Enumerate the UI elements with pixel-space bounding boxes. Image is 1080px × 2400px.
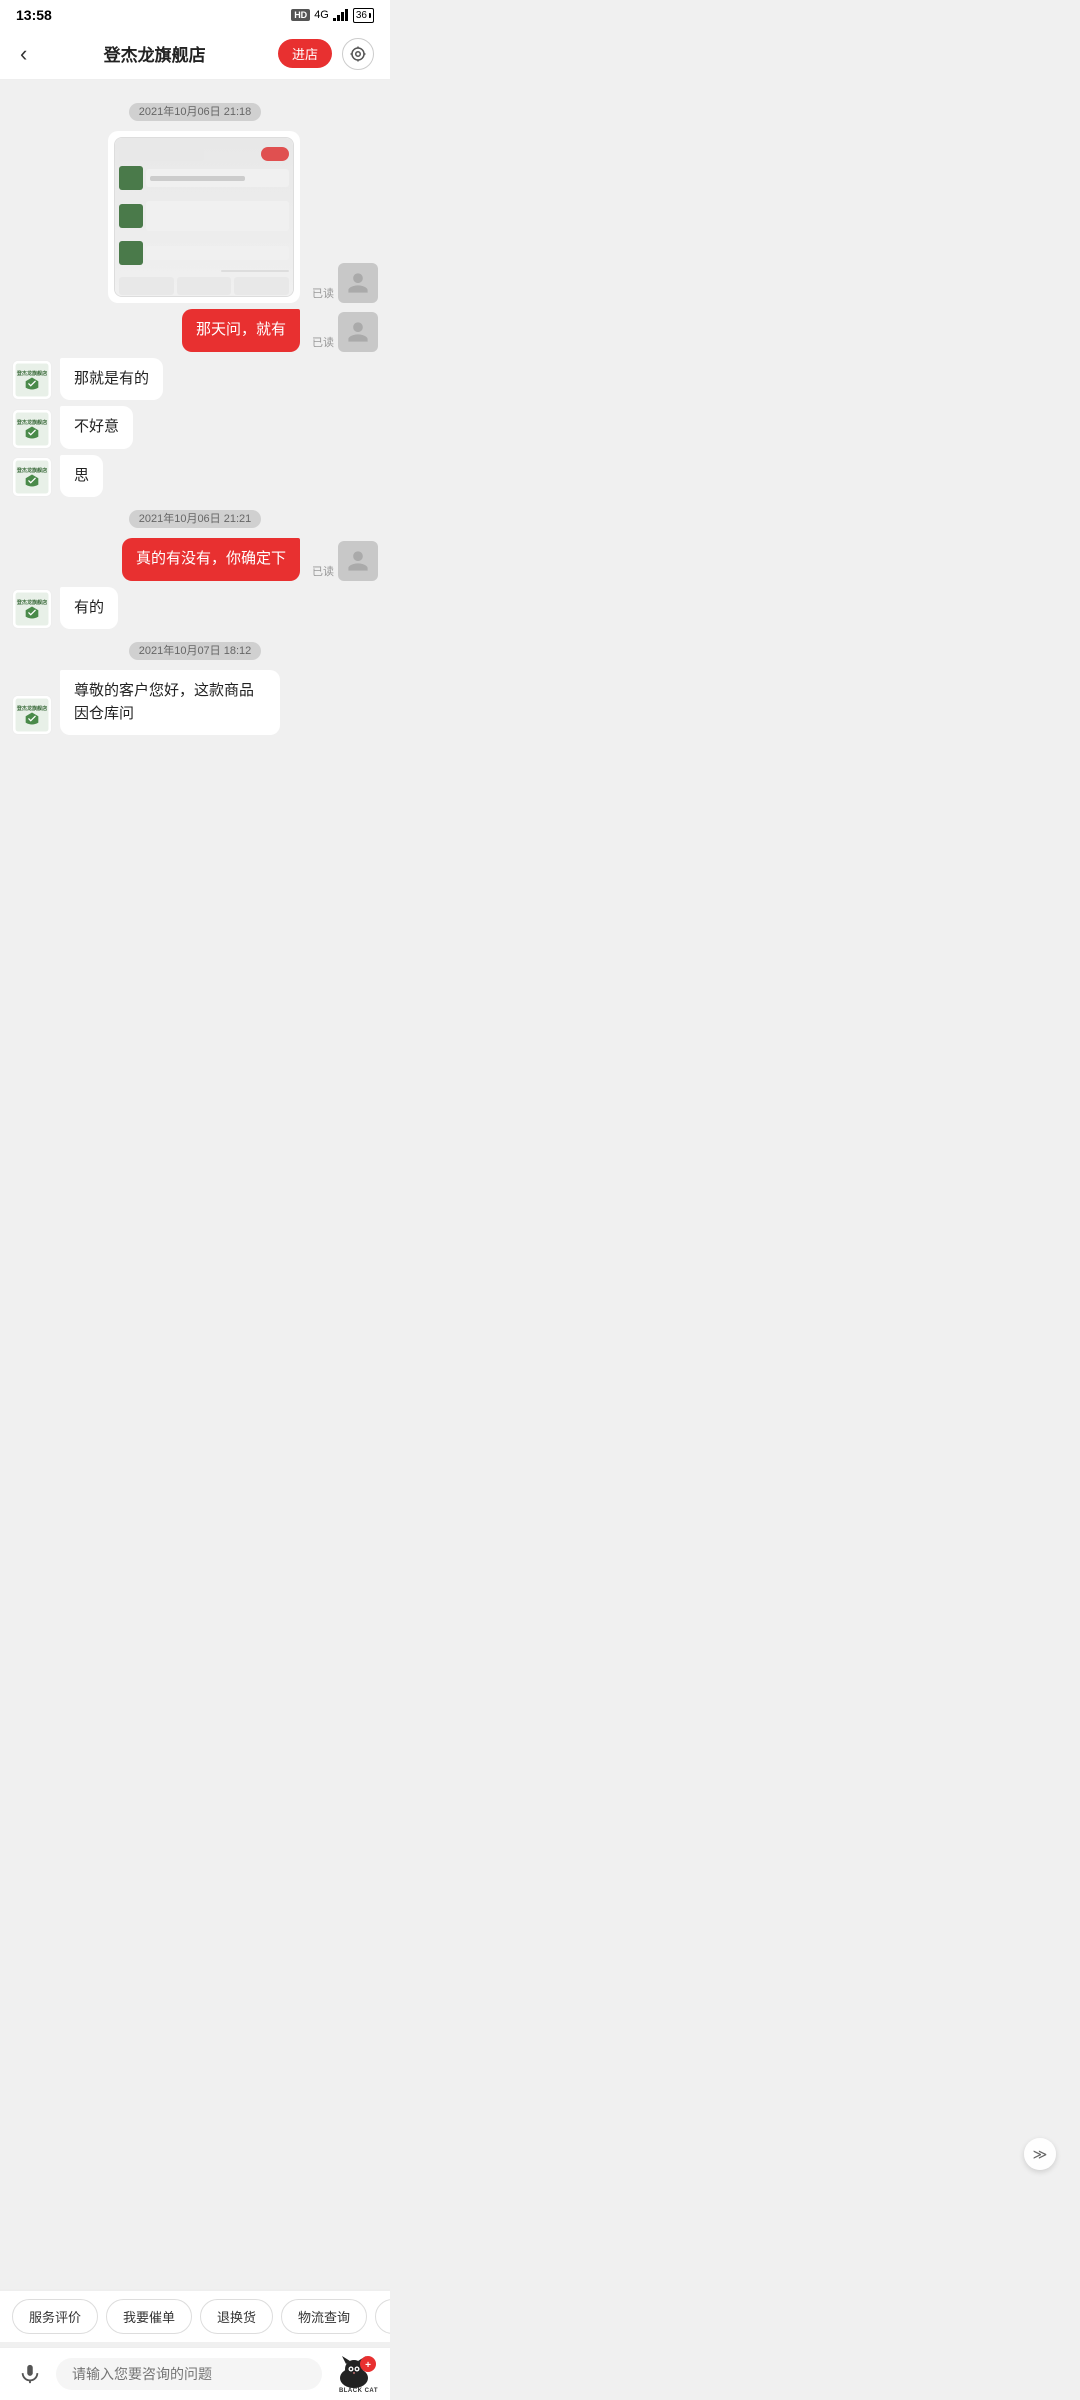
mic-icon: [19, 2363, 41, 2385]
svg-text:登杰龙旗舰店: 登杰龙旗舰店: [16, 705, 47, 712]
msg-row-screenshot: 已读: [12, 131, 378, 303]
scan-icon: [349, 45, 367, 63]
read-label-2: 已读: [312, 334, 334, 350]
bubble-najiu: 那就是有的: [60, 358, 163, 401]
store-logo-icon: 登杰龙旗舰店: [13, 361, 51, 399]
scan-button[interactable]: [342, 38, 374, 70]
user-avatar-3: [338, 541, 378, 581]
msg-row-5: 登杰龙旗舰店 思: [12, 455, 378, 498]
nav-title: 登杰龙旗舰店: [104, 41, 206, 66]
store-logo-icon-2: 登杰龙旗舰店: [13, 410, 51, 448]
input-bar: + BLACK CAT: [0, 2347, 390, 2400]
status-icons: HD 4G 36: [291, 8, 374, 23]
bubble-buhaoyi: 不好意: [60, 406, 133, 449]
user-icon-3: [346, 549, 370, 573]
msg-row-6: 已读 真的有没有，你确定下: [12, 538, 378, 581]
svg-text:登杰龙旗舰店: 登杰龙旗舰店: [16, 370, 47, 377]
quick-btn-return[interactable]: 退换货: [200, 2299, 273, 2334]
msg-row-4: 登杰龙旗舰店 不好意: [12, 406, 378, 449]
seller-avatar-1: 登杰龙旗舰店: [12, 360, 52, 400]
store-logo-icon-5: 登杰龙旗舰店: [13, 696, 51, 734]
screenshot-inner: [114, 137, 294, 297]
timestamp-2: 2021年10月06日 21:21: [0, 509, 390, 526]
read-label-3: 已读: [312, 563, 334, 579]
chat-area: 2021年10月06日 21:18 已读: [0, 80, 390, 821]
user-icon-2: [346, 320, 370, 344]
signal-icon: [333, 9, 349, 21]
nav-actions: 进店: [278, 38, 374, 70]
quick-btn-service[interactable]: 服务评价: [12, 2299, 98, 2334]
user-avatar-2: [338, 312, 378, 352]
store-logo-icon-3: 登杰龙旗舰店: [13, 458, 51, 496]
scroll-down-button[interactable]: ≫: [1024, 2138, 1056, 2170]
quick-btn-urge[interactable]: 我要催单: [106, 2299, 192, 2334]
store-logo-icon-4: 登杰龙旗舰店: [13, 590, 51, 628]
quick-btn-logistics[interactable]: 物流查询: [281, 2299, 367, 2334]
user-avatar-1: [338, 263, 378, 303]
hd-badge: HD: [291, 9, 310, 21]
quick-btns-container: 服务评价 我要催单 退换货 物流查询 售后客: [0, 2290, 390, 2342]
bubble-zhende: 真的有没有，你确定下: [122, 538, 300, 581]
quick-reply-bar: 服务评价 我要催单 退换货 物流查询 售后客: [0, 2289, 390, 2342]
status-bar: 13:58 HD 4G 36: [0, 0, 390, 28]
user-icon: [346, 271, 370, 295]
status-time: 13:58: [16, 7, 52, 23]
timestamp-1: 2021年10月06日 21:18: [0, 102, 390, 119]
msg-row-3: 登杰龙旗舰店 那就是有的: [12, 358, 378, 401]
nav-bar: ‹ 登杰龙旗舰店 进店: [0, 28, 390, 80]
bubble-zunji: 尊敬的客户您好，这款商品因仓库问: [60, 670, 280, 735]
blackcat-icon: +: [330, 2356, 378, 2392]
svg-text:登杰龙旗舰店: 登杰龙旗舰店: [16, 599, 47, 606]
battery-level: 36: [356, 10, 367, 21]
seller-avatar-3: 登杰龙旗舰店: [12, 457, 52, 497]
seller-avatar-4: 登杰龙旗舰店: [12, 589, 52, 629]
chat-input[interactable]: [56, 2358, 322, 2390]
msg-row-7: 登杰龙旗舰店 有的: [12, 587, 378, 630]
bubble-natianwen: 那天问，就有: [182, 309, 300, 352]
seller-avatar-5: 登杰龙旗舰店: [12, 695, 52, 735]
signal-text: 4G: [314, 9, 329, 21]
msg-row-8: 登杰龙旗舰店 尊敬的客户您好，这款商品因仓库问: [12, 670, 378, 735]
bubble-si: 思: [60, 455, 103, 498]
read-label-1: 已读: [312, 285, 334, 301]
svg-text:登杰龙旗舰店: 登杰龙旗舰店: [16, 467, 47, 474]
enter-store-button[interactable]: 进店: [278, 39, 332, 68]
mic-button[interactable]: [12, 2356, 48, 2392]
battery-icon: 36: [353, 8, 374, 23]
timestamp-3: 2021年10月07日 18:12: [0, 641, 390, 658]
svg-text:+: +: [365, 2360, 371, 2371]
blackcat-logo[interactable]: + BLACK CAT: [330, 2356, 378, 2392]
back-button[interactable]: ‹: [16, 37, 31, 71]
quick-btn-aftersale[interactable]: 售后客: [375, 2299, 390, 2334]
svg-text:登杰龙旗舰店: 登杰龙旗舰店: [16, 418, 47, 425]
screenshot-bubble: [108, 131, 300, 303]
screenshot-mock: [115, 138, 293, 296]
blackcat-label: BLACK CAT: [339, 2388, 378, 2394]
bubble-youde: 有的: [60, 587, 118, 630]
msg-row-2: 已读 那天问，就有: [12, 309, 378, 352]
seller-avatar-2: 登杰龙旗舰店: [12, 409, 52, 449]
